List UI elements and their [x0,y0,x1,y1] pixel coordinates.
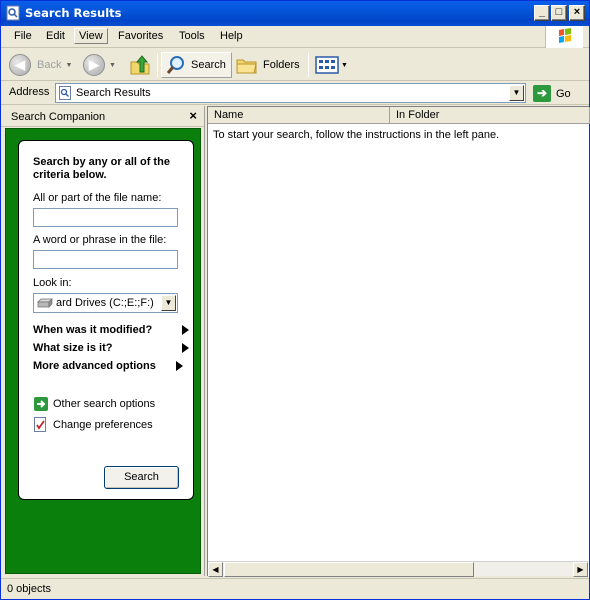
scrollbar-thumb[interactable] [224,562,474,577]
views-dropdown-icon[interactable]: ▼ [341,62,348,69]
address-field[interactable]: Search Results ▼ [55,83,526,103]
address-value: Search Results [76,87,151,99]
column-header-in-folder[interactable]: In Folder [390,107,590,124]
phrase-label: A word or phrase in the file: [33,234,167,246]
side-pane-header: Search Companion × [1,106,204,127]
search-criteria-card: Search by any or all of the criteria bel… [18,140,194,500]
status-text: 0 objects [7,583,52,595]
lookin-label: Look in: [33,277,72,289]
address-dropdown-icon[interactable]: ▼ [509,85,524,101]
filename-input[interactable] [33,208,178,227]
lookin-value: ard Drives (C:;E:;F:) [56,297,154,309]
forward-button[interactable]: ▶ ▼ [83,52,116,78]
windows-flag-icon [559,28,571,43]
toolbar-separator [157,53,158,77]
preferences-checklist-icon [33,417,48,432]
back-label: Back [37,59,62,71]
expand-arrow-icon [182,343,189,353]
back-dropdown-icon[interactable]: ▼ [65,62,72,69]
menu-edit[interactable]: Edit [44,30,67,42]
results-list[interactable]: Name In Folder To start your search, fol… [207,106,590,577]
close-pane-icon[interactable]: × [189,108,197,123]
back-arrow-icon: ◀ [9,54,31,76]
expander-advanced[interactable]: More advanced options [33,360,183,373]
lookin-select[interactable]: ard Drives (C:;E:;F:) ▼ [33,293,178,313]
phrase-input[interactable] [33,250,178,269]
other-search-options-link[interactable]: Other search options [33,396,155,411]
menu-file[interactable]: File [12,30,34,42]
column-header-name[interactable]: Name [208,107,390,124]
empty-results-message: To start your search, follow the instruc… [213,129,500,141]
go-arrow-icon: ➔ [533,85,551,102]
search-heading: Search by any or all of the criteria bel… [33,156,170,181]
side-pane-title: Search Companion [11,111,106,123]
views-button[interactable]: ▼ [315,52,348,78]
toolbar-separator [308,53,309,77]
hard-drive-icon [37,298,53,308]
menu-bar: File Edit View Favorites Tools Help [1,26,589,48]
expander-size[interactable]: What size is it? [33,342,189,355]
menu-view[interactable]: View [74,28,108,44]
horizontal-scrollbar[interactable]: ◀ ▶ [208,561,588,577]
up-folder-icon [130,55,150,75]
menu-tools[interactable]: Tools [177,30,207,42]
forward-arrow-icon: ▶ [83,54,105,76]
change-preferences-link[interactable]: Change preferences [33,417,153,432]
change-preferences-label: Change preferences [53,418,153,431]
expander-modified[interactable]: When was it modified? [33,324,189,337]
windows-logo [545,26,583,48]
address-label: Address [9,86,50,98]
expander-modified-label: When was it modified? [33,324,153,336]
green-arrow-icon [33,396,48,411]
maximize-button[interactable]: □ [551,5,567,21]
expander-advanced-label: More advanced options [33,360,156,372]
magnifier-icon [166,56,184,74]
menu-help[interactable]: Help [218,30,245,42]
search-results-icon [6,5,20,21]
folders-label: Folders [263,59,300,71]
minimize-button[interactable]: _ [534,5,550,21]
folders-icon [236,59,257,74]
status-bar: 0 objects [1,578,589,599]
minimize-icon: _ [538,6,546,18]
expand-arrow-icon [182,325,189,335]
go-label: Go [556,87,571,100]
expander-size-label: What size is it? [33,342,113,354]
window-title: Search Results [25,6,122,20]
search-button[interactable]: Search [161,52,232,78]
other-search-options-label: Other search options [53,397,156,410]
filename-label: All or part of the file name: [33,192,162,204]
close-icon: × [573,6,581,18]
search-results-page-icon [59,86,71,100]
views-icon [315,56,339,74]
search-label: Search [191,59,226,71]
address-bar: Address Search Results ▼ ➔ Go [1,82,589,105]
forward-dropdown-icon[interactable]: ▼ [109,62,116,69]
scroll-left-icon[interactable]: ◀ [208,562,223,577]
search-companion-background: Search by any or all of the criteria bel… [5,128,201,574]
toolbar: ◀ Back ▼ ▶ ▼ Search Folders ▼ [1,49,589,81]
scroll-right-icon[interactable]: ▶ [573,562,588,577]
back-button[interactable]: ◀ Back ▼ [9,52,72,78]
folders-button[interactable]: Folders [236,52,300,78]
search-companion-pane: Search Companion × Search by any or all … [1,106,205,576]
explorer-window: Search Results _ □ × File Edit View Favo… [0,0,590,600]
expand-arrow-icon [176,361,183,371]
up-folder-button[interactable] [129,52,151,78]
close-button[interactable]: × [569,5,585,21]
title-bar[interactable]: Search Results _ □ × [1,1,589,26]
go-button[interactable]: ➔ Go [533,84,571,103]
menu-favorites[interactable]: Favorites [116,30,165,42]
lookin-dropdown-icon[interactable]: ▼ [161,295,176,311]
search-submit-button[interactable]: Search [104,466,179,489]
maximize-icon: □ [555,6,563,18]
